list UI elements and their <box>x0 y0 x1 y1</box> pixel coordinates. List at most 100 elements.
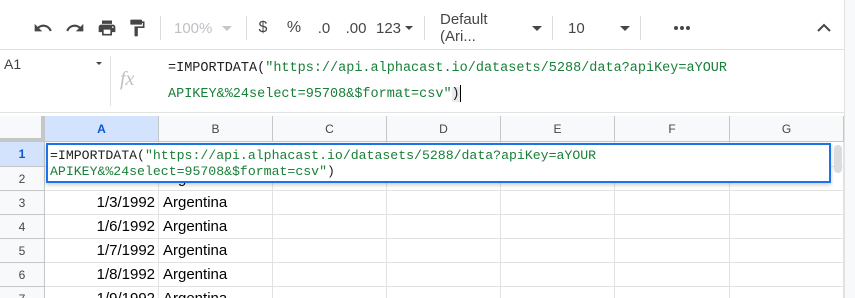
cell-b4[interactable]: Argentina <box>159 215 273 239</box>
row-header-4[interactable]: 4 <box>0 215 45 239</box>
cell-a4[interactable]: 1/6/1992 <box>45 215 159 239</box>
column-label: C <box>325 121 334 136</box>
formula-bar: A1 fx =IMPORTDATA("https://api.alphacast… <box>0 49 855 113</box>
cell-b3[interactable]: Argentina <box>159 191 273 215</box>
row-label: 4 <box>18 219 26 234</box>
fx-icon: fx <box>120 68 135 90</box>
redo-icon[interactable] <box>62 14 88 42</box>
cell-value: Argentina <box>163 194 228 211</box>
currency-button[interactable]: $ <box>252 14 274 42</box>
editor-func: =IMPORTDATA( <box>50 148 145 163</box>
formula-func: =IMPORTDATA( <box>168 61 266 76</box>
increase-decimal-button[interactable]: .00 <box>342 14 370 42</box>
cell-value: 1/8/1992 <box>96 266 155 283</box>
column-label: D <box>439 121 448 136</box>
cell-b6[interactable]: Argentina <box>159 263 273 287</box>
row-gridline <box>273 238 844 239</box>
toolbar: 100% $ % .0 .00 123 Default (Ari... 10 <box>0 0 855 56</box>
font-size-select[interactable]: 10 <box>568 14 630 42</box>
increase-decimal-label: .00 <box>345 19 367 37</box>
column-header-d[interactable]: D <box>387 116 501 142</box>
editor-close-paren: ) <box>326 164 335 179</box>
cell-b5[interactable]: Argentina <box>159 239 273 263</box>
column-label: G <box>781 121 792 136</box>
row-label: 6 <box>18 267 26 282</box>
formula-string-line1: "https://api.alphacast.io/datasets/5288/… <box>265 61 727 76</box>
font-value: Default (Ari... <box>440 11 488 45</box>
vertical-scrollbar[interactable] <box>832 143 844 177</box>
row-header-3[interactable]: 3 <box>0 191 45 215</box>
column-header-e[interactable]: E <box>501 116 615 142</box>
name-box[interactable]: A1 <box>0 50 110 78</box>
percent-button[interactable]: % <box>283 14 305 42</box>
column-header-a[interactable]: A <box>45 116 159 142</box>
editor-string-line2: APIKEY&%24select=95708&$format=csv" <box>50 164 327 179</box>
toolbar-divider <box>552 16 553 40</box>
toolbar-divider <box>640 16 641 40</box>
cell-a6[interactable]: 1/8/1992 <box>45 263 159 287</box>
formula-close-paren: ) <box>451 87 460 102</box>
cell-value: 1/3/1992 <box>96 194 155 211</box>
chevron-down-icon <box>405 26 414 30</box>
row-header-1[interactable]: 1 <box>0 142 45 167</box>
column-header-c[interactable]: C <box>273 116 387 142</box>
cell-value: Argentina <box>163 266 228 283</box>
editor-string-line1: "https://api.alphacast.io/datasets/5288/… <box>144 148 597 163</box>
more-formats-button[interactable]: 123 <box>376 14 416 42</box>
column-label: B <box>211 121 220 136</box>
decrease-decimal-button[interactable]: .0 <box>312 14 336 42</box>
row-header-7[interactable]: 7 <box>0 287 45 298</box>
more-options-icon[interactable] <box>670 14 694 42</box>
more-formats-label: 123 <box>376 19 402 37</box>
select-all-corner[interactable] <box>0 116 45 142</box>
cell-b7[interactable]: Argentina <box>159 287 273 298</box>
row-header-6[interactable]: 6 <box>0 263 45 287</box>
zoom-select[interactable]: 100% <box>174 14 240 42</box>
row-gridline <box>273 286 844 287</box>
print-icon[interactable] <box>94 14 120 42</box>
cell-value: 1/9/1992 <box>97 290 155 298</box>
cell-value: Argentina <box>163 290 227 298</box>
cell-value: 1/7/1992 <box>96 242 155 259</box>
row-label: 7 <box>19 292 26 298</box>
toolbar-divider <box>424 16 425 40</box>
paint-format-icon[interactable] <box>124 14 150 42</box>
row-header-5[interactable]: 5 <box>0 239 45 263</box>
row-label: 5 <box>18 243 26 258</box>
collapse-icon[interactable] <box>812 14 836 42</box>
toolbar-divider <box>246 16 247 40</box>
row-header-2[interactable]: 2 <box>0 167 45 191</box>
row-gridline <box>273 262 844 263</box>
column-header-g[interactable]: G <box>730 116 844 142</box>
cell-a5[interactable]: 1/7/1992 <box>45 239 159 263</box>
text-cursor <box>459 84 461 102</box>
font-size-value: 10 <box>568 19 585 37</box>
chevron-down-icon <box>222 25 233 31</box>
font-select[interactable]: Default (Ari... <box>440 11 542 45</box>
formula-input[interactable]: =IMPORTDATA("https://api.alphacast.io/da… <box>168 56 768 108</box>
undo-icon[interactable] <box>30 14 56 42</box>
right-panel-edge <box>844 0 855 298</box>
chevron-down-icon <box>96 62 102 65</box>
cell-a3[interactable]: 1/3/1992 <box>45 191 159 215</box>
cell-value: Argentina <box>163 242 228 259</box>
zoom-value: 100% <box>174 19 213 37</box>
toolbar-divider <box>160 16 161 40</box>
cell-value: Argentina <box>163 218 228 235</box>
row-label: 1 <box>18 147 26 161</box>
formula-divider <box>110 56 111 106</box>
column-header-b[interactable]: B <box>159 116 273 142</box>
column-label: A <box>97 121 106 136</box>
cell-value: 1/6/1992 <box>96 218 155 235</box>
column-label: E <box>553 121 562 136</box>
chevron-down-icon <box>532 25 542 31</box>
currency-label: $ <box>258 19 268 36</box>
row-gridline <box>273 190 844 191</box>
cell-a7[interactable]: 1/9/1992 <box>45 287 159 298</box>
cell-editor[interactable]: =IMPORTDATA("https://api.alphacast.io/da… <box>46 143 831 183</box>
row-label: 3 <box>18 195 26 210</box>
column-header-f[interactable]: F <box>615 116 730 142</box>
chevron-down-icon <box>620 25 630 31</box>
scrollbar-thumb[interactable] <box>834 145 842 173</box>
percent-label: % <box>286 19 302 36</box>
